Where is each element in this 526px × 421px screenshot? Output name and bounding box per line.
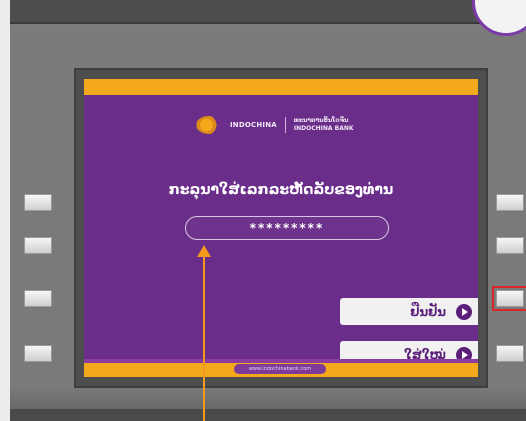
atm-top-bar: [10, 0, 526, 24]
atm-bottom-bar: [10, 409, 526, 421]
right-side-button-confirm[interactable]: [492, 286, 526, 311]
annotation-arrow: [203, 253, 205, 421]
bank-logo-name: INDOCHINA: [230, 121, 277, 129]
confirm-button-label: ຢືນຢັນ: [410, 304, 446, 319]
bank-logo-names: ທະນາຄານອິນໂດຈີນ INDOCHINA BANK: [294, 117, 354, 133]
pin-input[interactable]: *********: [185, 216, 389, 240]
arrow-right-icon: [456, 303, 472, 320]
screen-bezel: INDOCHINA ທະນາຄານອິນໂດຈີນ INDOCHINA BANK…: [74, 68, 488, 388]
bank-english-name: INDOCHINA BANK: [293, 125, 354, 132]
pin-prompt: ກະລຸນາໃສ່ເລກລະຫັດລັບຂອງທ່ານ: [168, 182, 394, 198]
screen-top-band: [84, 79, 478, 95]
right-side-button-1[interactable]: [496, 194, 524, 211]
logo-divider: [284, 117, 286, 133]
pin-masked-value: *********: [249, 221, 325, 235]
confirm-button[interactable]: ຢືນຢັນ: [340, 298, 478, 325]
corner-logo-badge: [472, 0, 526, 36]
atm-panel: INDOCHINA ທະນາຄານອິນໂດຈີນ INDOCHINA BANK…: [10, 0, 526, 421]
right-side-button-2[interactable]: [496, 237, 524, 254]
left-side-button-2[interactable]: [24, 237, 52, 254]
left-side-button-1[interactable]: [24, 194, 52, 211]
left-side-button-4[interactable]: [24, 345, 52, 362]
bank-logo: INDOCHINA ທະນາຄານອິນໂດຈີນ INDOCHINA BANK: [196, 115, 354, 135]
atm-screen: INDOCHINA ທະນາຄານອິນໂດຈີນ INDOCHINA BANK…: [84, 79, 478, 377]
bank-website: www.indochinabank.com: [234, 364, 326, 374]
right-side-button-reenter[interactable]: [496, 345, 524, 362]
bank-lao-name: ທະນາຄານອິນໂດຈີນ: [293, 117, 349, 124]
left-side-button-3[interactable]: [24, 290, 52, 307]
bank-logo-icon: [196, 116, 222, 134]
